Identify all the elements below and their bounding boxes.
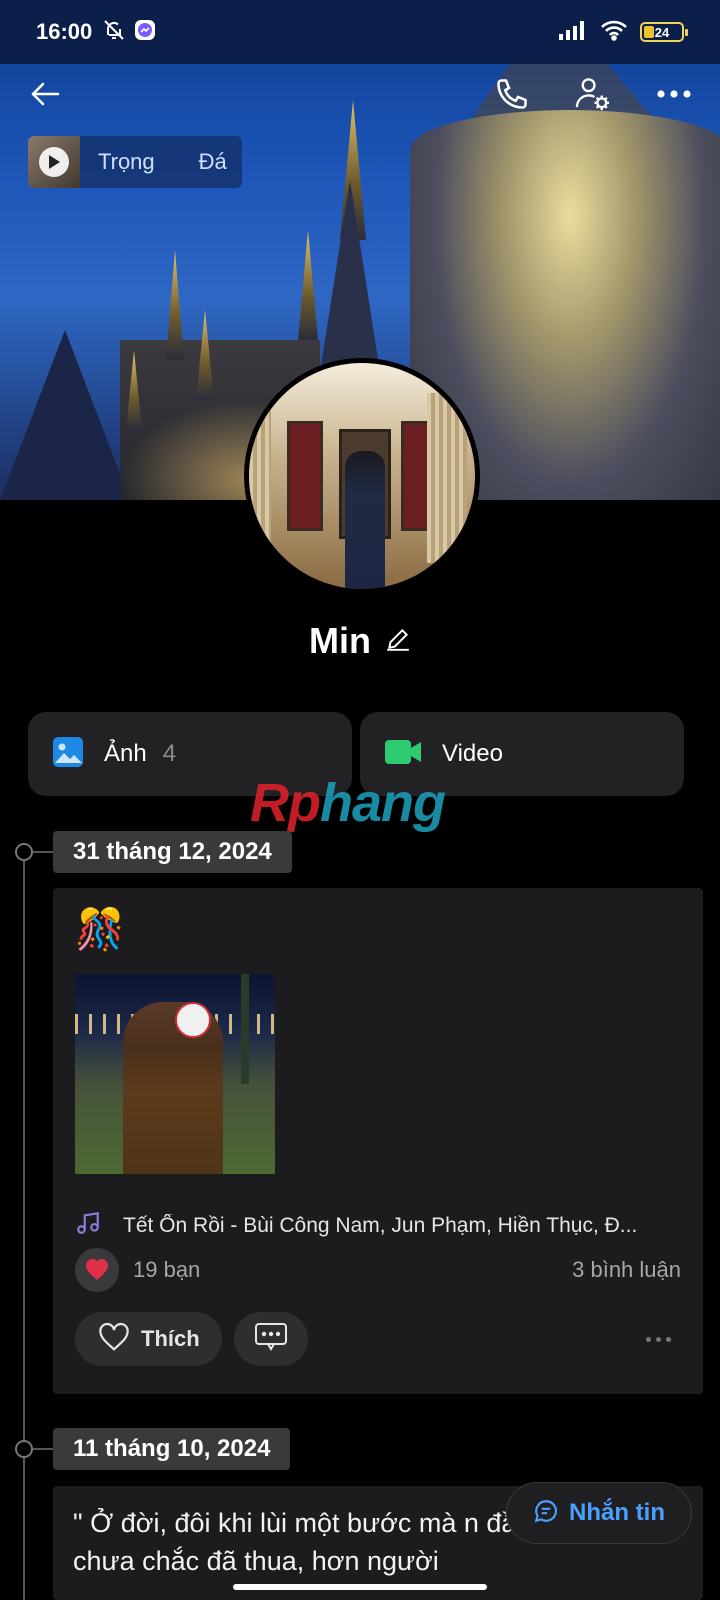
battery-indicator: 24 [640,22,688,42]
watermark-logo: Rphang [250,773,446,833]
profile-music-chip[interactable]: Trọng Đá [28,136,242,188]
edit-pencil-icon[interactable] [385,626,411,657]
messenger-icon [134,19,156,46]
post-more-icon[interactable] [646,1336,671,1342]
music-note-icon [75,1210,101,1241]
timeline-post[interactable]: 🎊 Tết Ổn Rồi - Bùi Công Nam, Jun Phạm, H… [53,888,703,1394]
post-date: 31 tháng 12, 2024 [53,831,292,873]
comment-button[interactable] [233,1312,308,1366]
music-thumbnail [28,136,80,188]
timeline-dot [15,843,33,861]
send-message-label: Nhắn tin [569,1499,665,1526]
post-date: 11 tháng 10, 2024 [53,1428,291,1470]
profile-name-row: Min [0,620,720,662]
post-song[interactable]: Tết Ổn Rồi - Bùi Công Nam, Jun Phạm, Hiề… [75,1210,683,1241]
profile-name: Min [309,620,371,661]
top-action-bar [0,64,720,124]
comment-bubble-icon [254,1322,288,1357]
post-reactions: 19 bạn 3 bình luận [75,1248,681,1292]
play-icon[interactable] [39,147,69,177]
timeline-dot [15,1440,33,1458]
video-camera-icon [384,738,422,771]
back-arrow-icon[interactable] [28,77,62,111]
post-actions: Thích [75,1312,681,1366]
more-options-icon[interactable] [656,89,692,99]
chat-bubble-icon [533,1498,559,1529]
signal-icon [558,20,588,45]
like-button[interactable]: Thích [75,1312,222,1366]
home-indicator[interactable] [233,1584,487,1590]
comment-count[interactable]: 3 bình luận [572,1257,681,1283]
phone-call-icon[interactable] [494,76,530,112]
song-title: Tết Ổn Rồi - Bùi Công Nam, Jun Phạm, Hiề… [123,1213,638,1237]
send-message-button[interactable]: Nhắn tin [506,1482,692,1544]
photo-gallery-icon [52,736,84,773]
heart-outline-icon [97,1322,131,1357]
reaction-count[interactable]: 19 bạn [133,1257,200,1283]
heart-reaction-icon[interactable] [75,1248,119,1292]
status-bar: 16:00 24 [0,0,720,64]
post-emoji: 🎊 [75,908,125,952]
profile-avatar[interactable] [244,358,480,594]
like-label: Thích [141,1326,200,1351]
photos-label: Ảnh [104,740,147,767]
music-title-tail: Đá [198,149,227,174]
profile-settings-icon[interactable] [574,75,612,113]
photos-count: 4 [162,740,177,767]
status-time: 16:00 [36,19,93,44]
videos-label: Video [442,740,503,767]
timeline-line [23,852,25,1600]
mute-bell-icon [102,18,126,47]
wifi-icon [600,19,628,46]
post-photo[interactable] [75,974,275,1174]
music-title: Trọng [98,149,155,174]
